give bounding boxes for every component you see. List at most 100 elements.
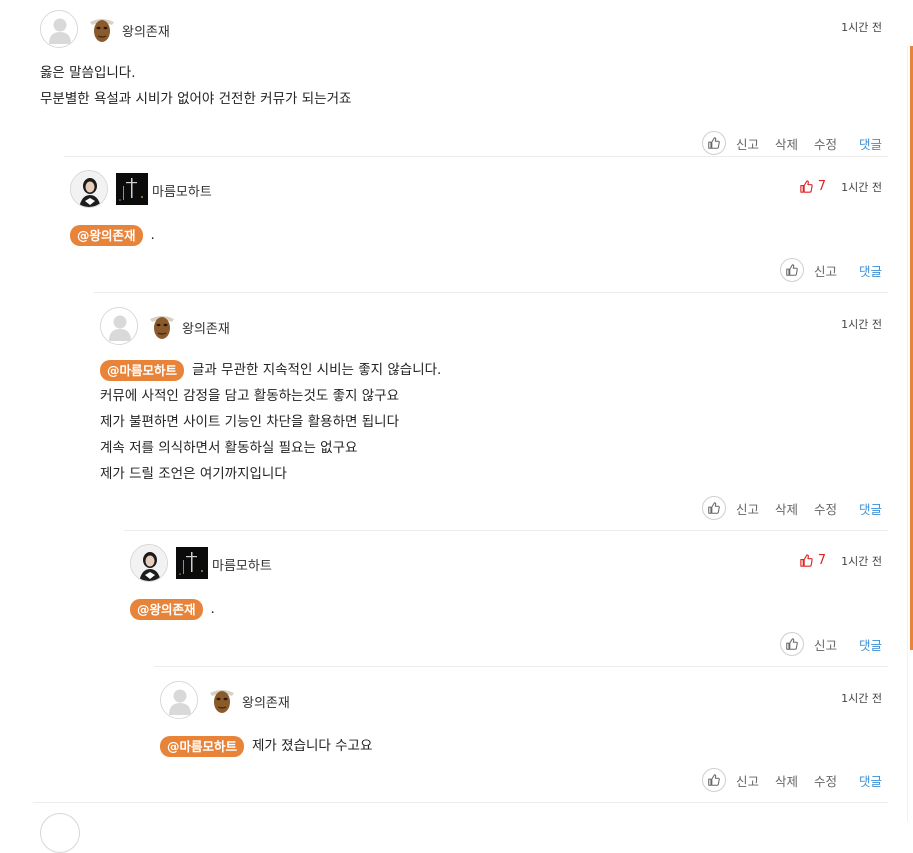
report-button[interactable]: 신고 <box>736 499 759 518</box>
mention-tag[interactable]: @마름모하트 <box>160 735 245 757</box>
thumbs-up-icon <box>708 502 720 514</box>
mention-tag[interactable]: @왕의존재 <box>70 224 143 246</box>
report-button[interactable]: 신고 <box>736 771 759 790</box>
comment-time: 1시간 전 <box>841 555 882 568</box>
like-button[interactable] <box>701 496 726 520</box>
comment-line: 커뮤에 사적인 감정을 담고 활동하는것도 좋지 않구요 <box>100 383 888 409</box>
reply-button[interactable]: 댓글 <box>859 635 882 654</box>
author-avatar[interactable] <box>130 544 168 582</box>
comment: 마름모하트 1시간 전 7 @왕의존재. 신고 댓글 <box>70 170 888 286</box>
comment-body: @마름모하트 글과 무관한 지속적인 시비는 좋지 않습니다. 커뮤에 사적인 감정… <box>100 357 888 487</box>
edit-button[interactable]: 수정 <box>814 771 837 790</box>
comment-header: 마름모하트 1시간 전 7 <box>130 544 888 584</box>
scrollbar-track[interactable] <box>907 46 908 821</box>
like-button[interactable] <box>779 632 804 656</box>
comment-actions: 신고 댓글 <box>779 630 882 658</box>
author-badge-icon <box>176 547 208 579</box>
comment-line: 계속 저를 의식하면서 활동하실 필요는 없구요 <box>100 435 888 461</box>
comment-header: 왕의존재 1시간 전 <box>160 681 888 721</box>
comment-divider <box>154 666 888 667</box>
delete-button[interactable]: 삭제 <box>775 134 798 153</box>
comment-text: 옳은 말씀입니다. <box>40 65 136 81</box>
report-button[interactable]: 신고 <box>814 261 837 280</box>
comment-text: 계속 저를 의식하면서 활동하실 필요는 없구요 <box>100 440 358 456</box>
reply-button[interactable]: 댓글 <box>859 771 882 790</box>
comment-body: 옳은 말씀입니다. 무분별한 욕설과 시비가 없어야 건전한 커뮤가 되는거죠 <box>40 60 888 112</box>
like-button[interactable] <box>701 768 726 792</box>
reply-button[interactable]: 댓글 <box>859 499 882 518</box>
comment-line: @왕의존재. <box>70 222 888 248</box>
comment-line: @왕의존재. <box>130 596 888 622</box>
mention-tag[interactable]: @왕의존재 <box>130 598 203 620</box>
comment: 왕의존재 1시간 전 @마름모하트 글과 무관한 지속적인 시비는 좋지 않습니다. 커… <box>100 307 888 524</box>
comment-line: 무분별한 욕설과 시비가 없어야 건전한 커뮤가 되는거죠 <box>40 86 888 112</box>
comment-time: 1시간 전 <box>841 181 882 194</box>
comment-line: 제가 불편하면 사이트 기능인 차단을 활용하면 됩니다 <box>100 409 888 435</box>
author-avatar[interactable] <box>160 681 198 719</box>
comment-line: 옳은 말씀입니다. <box>40 60 888 86</box>
author-badge-icon <box>206 684 238 716</box>
comment: 마름모하트 1시간 전 7 @왕의존재. 신고 댓글 <box>130 544 888 660</box>
edit-button[interactable]: 수정 <box>814 134 837 153</box>
comment-actions: 신고 삭제 수정 댓글 <box>701 494 882 522</box>
author-name[interactable]: 마름모하트 <box>152 181 212 200</box>
comment: 왕의존재 1시간 전 @마름모하트 제가 졌습니다 수고요신고 삭제 수정 댓글 <box>160 681 888 796</box>
like-button[interactable] <box>701 131 726 155</box>
edit-button[interactable]: 수정 <box>814 499 837 518</box>
comment-text: 글과 무관한 지속적인 시비는 좋지 않습니다. <box>192 362 442 378</box>
comment-thread: 왕의존재 1시간 전 옳은 말씀입니다. 무분별한 욕설과 시비가 없어야 건전한 커… <box>0 0 913 821</box>
reply-button[interactable]: 댓글 <box>859 261 882 280</box>
delete-button[interactable]: 삭제 <box>775 771 798 790</box>
author-name[interactable]: 왕의존재 <box>182 318 230 337</box>
delete-button[interactable]: 삭제 <box>775 499 798 518</box>
comment-line: @마름모하트 글과 무관한 지속적인 시비는 좋지 않습니다. <box>100 357 888 383</box>
author-badge-icon <box>116 173 148 205</box>
thumbs-up-filled-icon <box>800 553 813 567</box>
reply-button[interactable]: 댓글 <box>859 134 882 153</box>
comment-time: 1시간 전 <box>841 21 882 34</box>
author-name[interactable]: 왕의존재 <box>122 21 170 40</box>
comment-body: @왕의존재. <box>70 222 888 248</box>
author-name[interactable]: 마름모하트 <box>212 555 272 574</box>
author-avatar[interactable] <box>40 10 78 48</box>
report-button[interactable]: 신고 <box>736 134 759 153</box>
author-badge-icon <box>86 13 118 45</box>
author-name[interactable]: 왕의존재 <box>242 692 290 711</box>
comment-text: 커뮤에 사적인 감정을 담고 활동하는것도 좋지 않구요 <box>100 388 399 404</box>
comment-divider <box>94 292 888 293</box>
thumbs-up-icon <box>786 638 798 650</box>
comment-time: 1시간 전 <box>841 692 882 705</box>
comment-divider <box>33 802 888 803</box>
author-avatar[interactable] <box>70 170 108 208</box>
comment-divider <box>124 530 888 531</box>
comment-body: @왕의존재. <box>130 596 888 622</box>
thumbs-up-icon <box>708 774 720 786</box>
like-count-value: 7 <box>817 178 826 194</box>
comment-actions: 신고 삭제 수정 댓글 <box>701 766 882 794</box>
thumbs-up-filled-icon <box>800 179 813 193</box>
author-avatar[interactable] <box>100 307 138 345</box>
comment-body: @마름모하트 제가 졌습니다 수고요 <box>160 733 888 759</box>
comment-time: 1시간 전 <box>841 318 882 331</box>
like-count-value: 7 <box>817 552 826 568</box>
comment-text: 제가 드릴 조언은 여기까지입니다 <box>100 466 287 482</box>
like-button[interactable] <box>779 258 804 282</box>
comment-line: 제가 드릴 조언은 여기까지입니다 <box>100 461 888 487</box>
comment-divider <box>64 156 888 157</box>
like-count[interactable]: 7 <box>799 551 826 569</box>
report-button[interactable]: 신고 <box>814 635 837 654</box>
comment-text: . <box>150 227 155 243</box>
mention-tag[interactable]: @마름모하트 <box>100 359 185 381</box>
comment-line: @마름모하트 제가 졌습니다 수고요 <box>160 733 888 759</box>
comment-text: . <box>210 601 215 617</box>
author-badge-icon <box>146 310 178 342</box>
comment-actions: 신고 삭제 수정 댓글 <box>701 129 882 157</box>
comment-actions: 신고 댓글 <box>779 256 882 284</box>
comment: 왕의존재 1시간 전옳은 말씀입니다. 무분별한 욕설과 시비가 없어야 건전한 커… <box>40 10 888 159</box>
next-comment-avatar[interactable] <box>40 813 80 853</box>
comment-text: 제가 졌습니다 수고요 <box>252 738 373 754</box>
like-count[interactable]: 7 <box>799 177 826 195</box>
comment-text: 제가 불편하면 사이트 기능인 차단을 활용하면 됩니다 <box>100 414 399 430</box>
comment-text: 무분별한 욕설과 시비가 없어야 건전한 커뮤가 되는거죠 <box>40 91 352 107</box>
comment-header: 왕의존재 1시간 전 <box>40 10 888 50</box>
